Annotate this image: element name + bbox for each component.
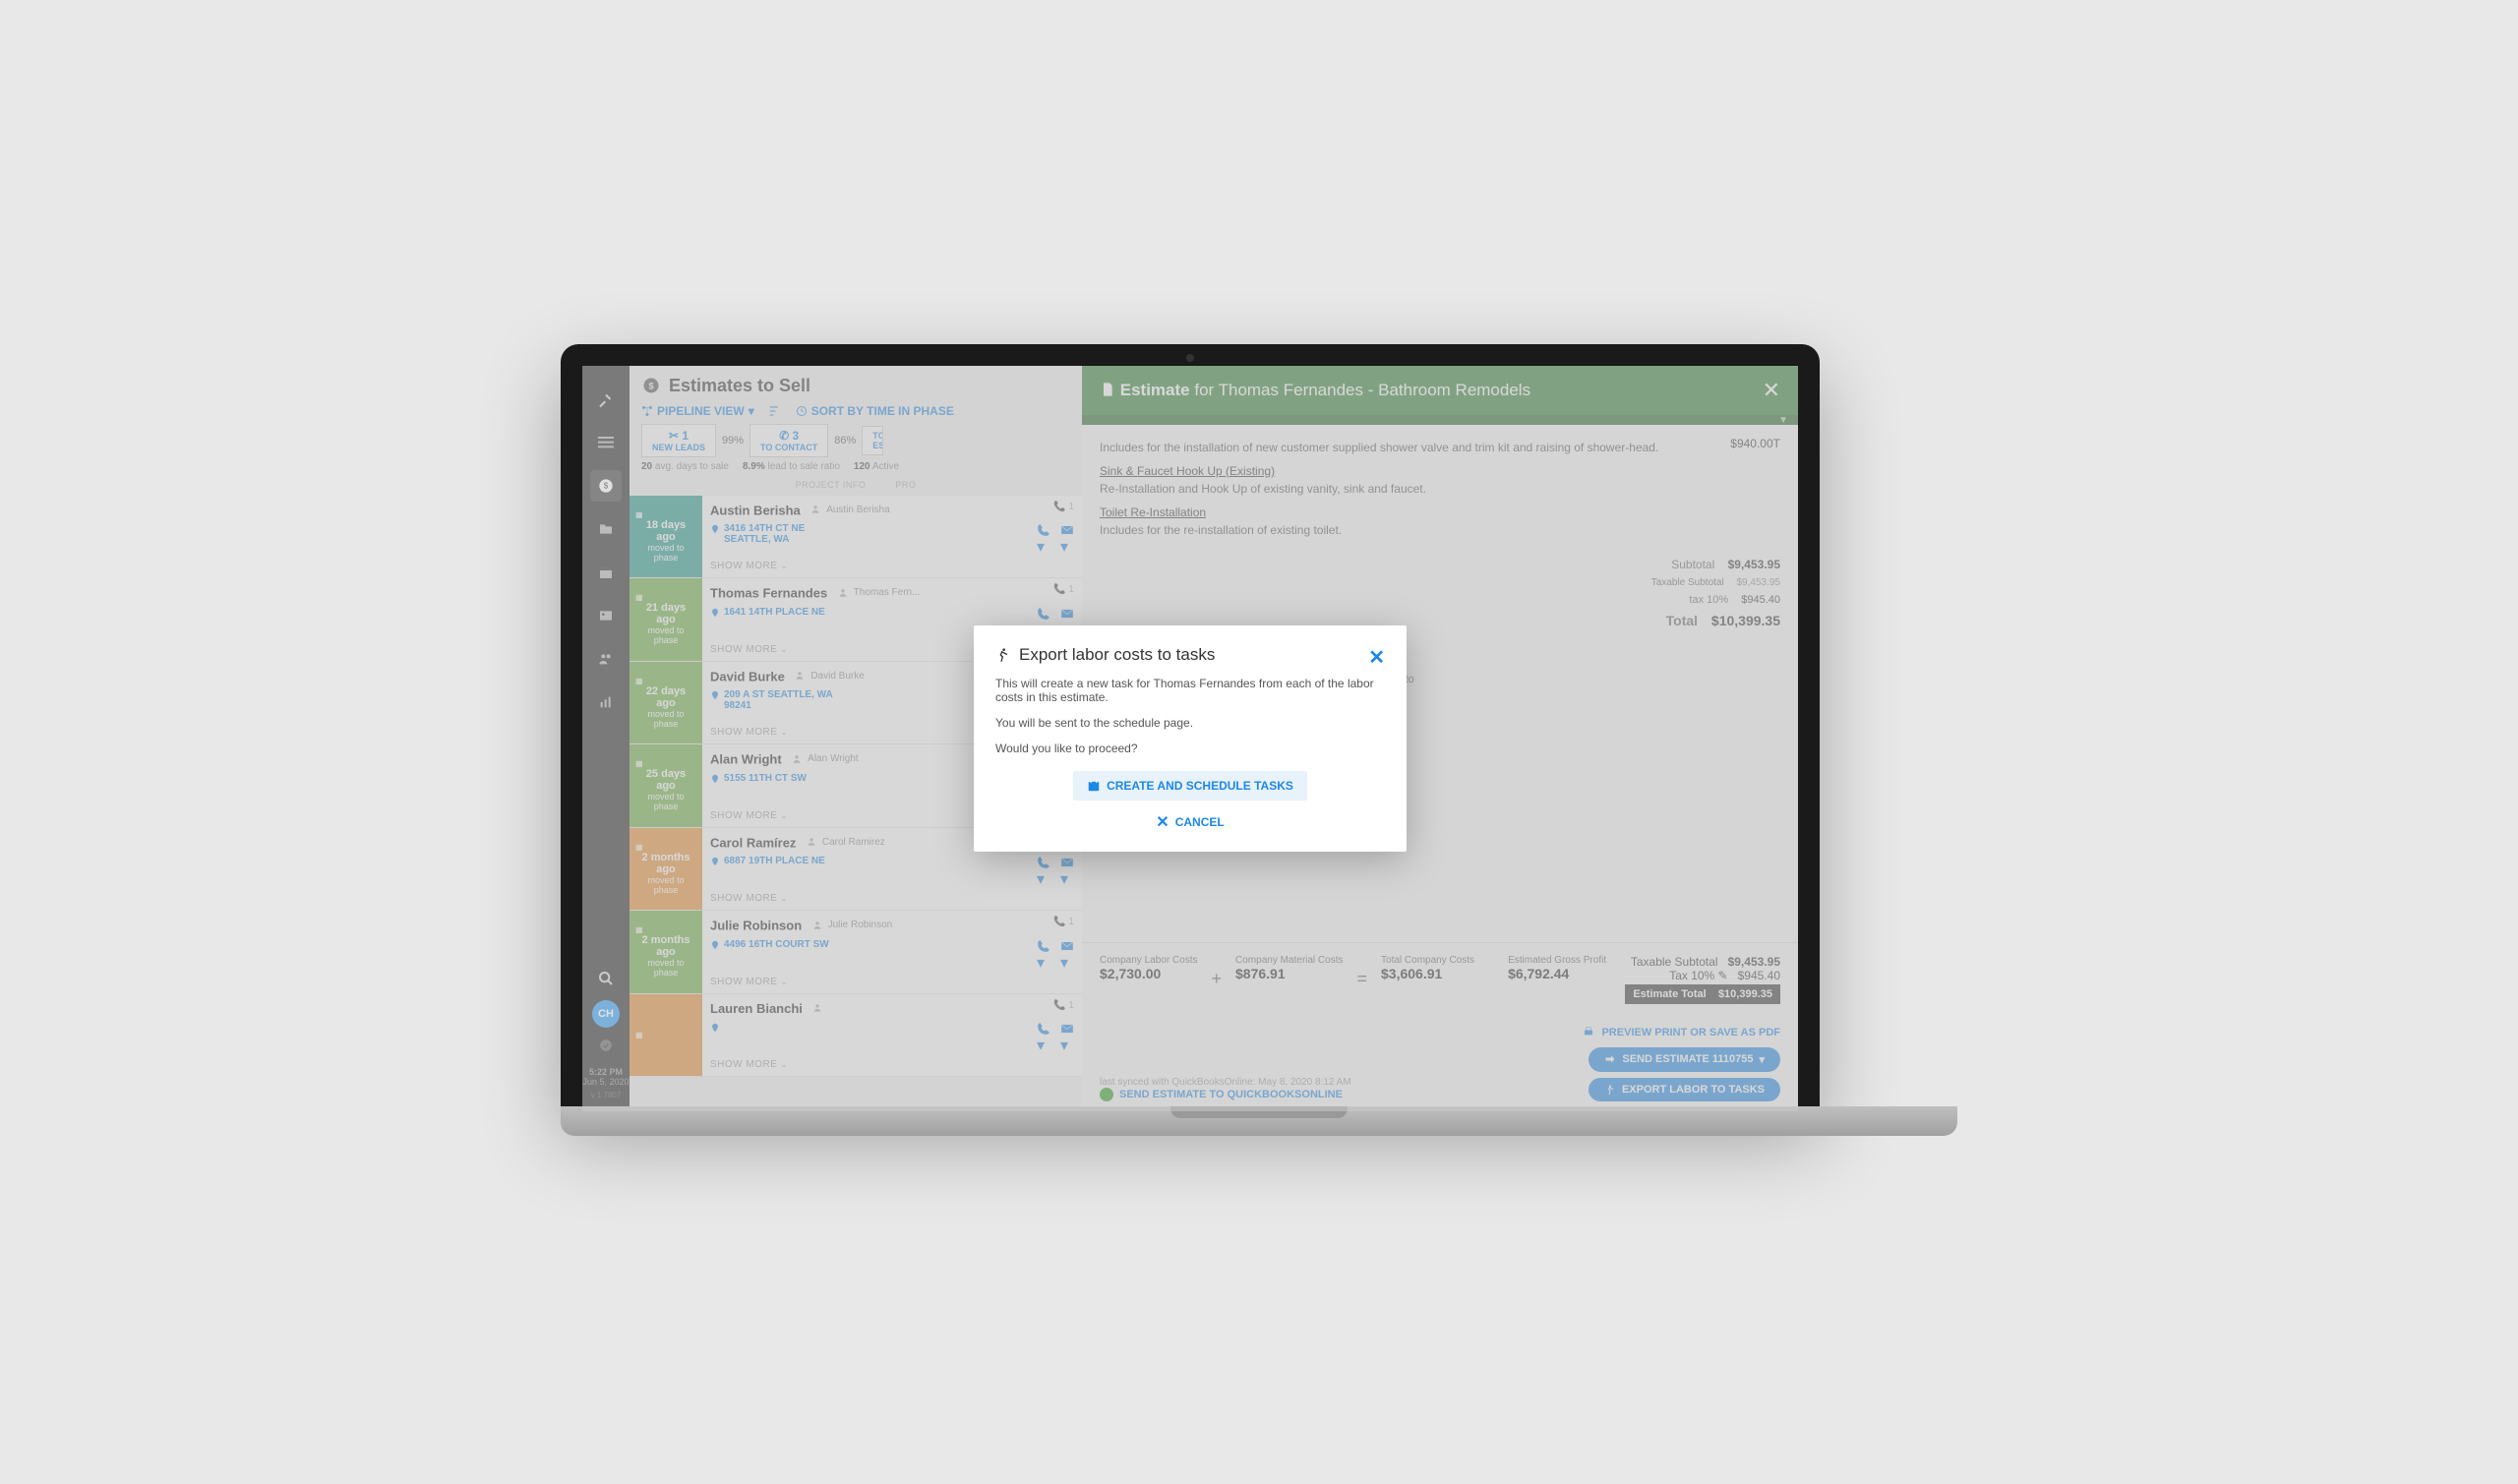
modal-text: You will be sent to the schedule page. — [995, 716, 1385, 730]
create-schedule-button[interactable]: CREATE AND SCHEDULE TASKS — [1073, 771, 1307, 801]
walk-icon — [995, 647, 1011, 663]
cancel-button[interactable]: ✕ CANCEL — [1156, 812, 1224, 832]
modal-text: This will create a new task for Thomas F… — [995, 677, 1385, 704]
calendar-icon — [1087, 779, 1101, 793]
modal-title: Export labor costs to tasks — [995, 645, 1368, 665]
modal-overlay: ✕ Export labor costs to tasks This will … — [582, 366, 1798, 1111]
modal-text: Would you like to proceed? — [995, 742, 1385, 755]
export-modal: ✕ Export labor costs to tasks This will … — [974, 625, 1407, 852]
modal-close-button[interactable]: ✕ — [1368, 645, 1385, 670]
